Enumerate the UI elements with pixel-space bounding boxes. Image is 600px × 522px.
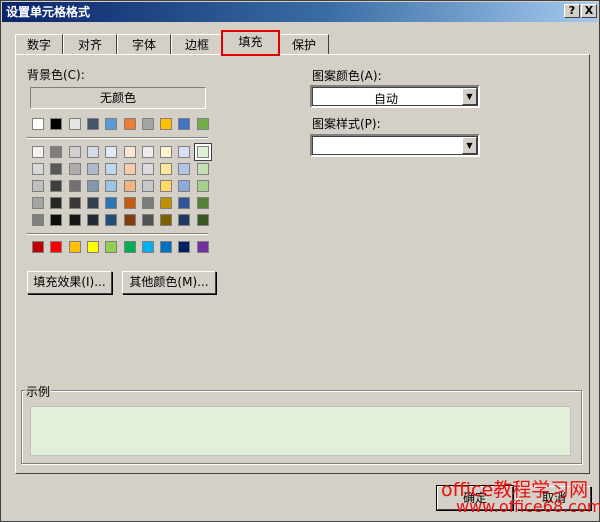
pattern-color-label: 图案颜色(A): bbox=[312, 69, 382, 83]
dialog-title: 设置单元格格式 bbox=[6, 5, 91, 19]
help-button[interactable]: ? bbox=[564, 4, 580, 18]
color-swatch[interactable] bbox=[105, 118, 118, 130]
color-swatch[interactable] bbox=[160, 214, 173, 226]
color-swatch[interactable] bbox=[50, 197, 63, 209]
color-swatch[interactable] bbox=[105, 163, 118, 175]
cancel-button[interactable]: 取消 bbox=[517, 486, 591, 510]
color-swatch[interactable] bbox=[196, 241, 209, 253]
color-swatch[interactable] bbox=[32, 118, 44, 130]
color-swatch[interactable] bbox=[32, 163, 44, 175]
color-swatch[interactable] bbox=[86, 146, 99, 158]
color-swatch[interactable] bbox=[141, 118, 154, 130]
color-swatch[interactable] bbox=[105, 241, 118, 253]
color-swatch[interactable] bbox=[86, 214, 99, 226]
color-swatch[interactable] bbox=[50, 214, 63, 226]
pattern-color-select[interactable]: 自动 ▼ bbox=[310, 85, 480, 108]
color-swatch[interactable] bbox=[50, 180, 63, 192]
background-color-label: 背景色(C): bbox=[27, 68, 85, 82]
color-swatch[interactable] bbox=[196, 180, 209, 192]
fill-effects-button[interactable]: 填充效果(I)... bbox=[27, 271, 112, 294]
color-swatch[interactable] bbox=[86, 118, 99, 130]
color-swatch[interactable] bbox=[86, 197, 99, 209]
color-swatch[interactable] bbox=[50, 241, 63, 253]
color-swatch[interactable] bbox=[123, 197, 136, 209]
color-swatch[interactable] bbox=[178, 180, 191, 192]
more-colors-button[interactable]: 其他颜色(M)... bbox=[122, 271, 216, 294]
color-swatch[interactable] bbox=[178, 163, 191, 175]
tab-number[interactable]: 数字 bbox=[15, 34, 63, 55]
color-swatch[interactable] bbox=[86, 180, 99, 192]
color-swatch[interactable] bbox=[196, 118, 209, 130]
color-swatch[interactable] bbox=[123, 118, 136, 130]
pattern-style-label: 图案样式(P): bbox=[312, 117, 381, 131]
color-swatch[interactable] bbox=[105, 180, 118, 192]
color-swatch[interactable] bbox=[160, 146, 173, 158]
color-swatch[interactable] bbox=[160, 180, 173, 192]
tab-protection[interactable]: 保护 bbox=[279, 34, 329, 55]
color-swatch[interactable] bbox=[193, 143, 212, 161]
color-swatch[interactable] bbox=[178, 118, 191, 130]
dropdown-arrow-icon[interactable]: ▼ bbox=[462, 88, 477, 105]
color-swatch[interactable] bbox=[196, 197, 209, 209]
sample-preview bbox=[30, 406, 571, 456]
color-swatch[interactable] bbox=[160, 163, 173, 175]
dropdown-arrow-icon[interactable]: ▼ bbox=[462, 137, 477, 154]
color-swatch[interactable] bbox=[141, 146, 154, 158]
color-swatch[interactable] bbox=[160, 241, 173, 253]
color-swatch[interactable] bbox=[196, 214, 209, 226]
color-swatch[interactable] bbox=[141, 214, 154, 226]
color-swatch[interactable] bbox=[141, 197, 154, 209]
tab-font[interactable]: 字体 bbox=[117, 34, 171, 55]
color-swatch[interactable] bbox=[68, 214, 81, 226]
color-swatch[interactable] bbox=[141, 241, 154, 253]
color-swatch[interactable] bbox=[68, 163, 81, 175]
color-swatch[interactable] bbox=[68, 180, 81, 192]
color-swatch[interactable] bbox=[86, 163, 99, 175]
color-swatch[interactable] bbox=[32, 146, 44, 158]
format-cells-dialog: 设置单元格格式 ? X 数字 对齐 字体 边框 填充 保护 背景色(C): 无颜… bbox=[0, 0, 600, 522]
color-swatch[interactable] bbox=[105, 197, 118, 209]
color-swatch[interactable] bbox=[123, 214, 136, 226]
color-swatch[interactable] bbox=[32, 214, 44, 226]
color-swatch[interactable] bbox=[68, 197, 81, 209]
color-swatch[interactable] bbox=[178, 241, 191, 253]
no-color-button[interactable]: 无颜色 bbox=[30, 87, 206, 109]
color-swatch[interactable] bbox=[123, 146, 136, 158]
tab-fill[interactable]: 填充 bbox=[221, 30, 280, 56]
color-swatch[interactable] bbox=[123, 163, 136, 175]
color-swatch[interactable] bbox=[32, 241, 44, 253]
color-swatch[interactable] bbox=[160, 118, 173, 130]
ok-button[interactable]: 确定 bbox=[436, 485, 514, 511]
pattern-style-select[interactable]: ▼ bbox=[310, 134, 480, 157]
pattern-color-value: 自动 bbox=[373, 92, 398, 106]
color-swatch[interactable] bbox=[123, 241, 136, 253]
color-swatch[interactable] bbox=[68, 241, 81, 253]
color-swatch[interactable] bbox=[160, 197, 173, 209]
color-swatch[interactable] bbox=[123, 180, 136, 192]
color-swatch[interactable] bbox=[86, 241, 99, 253]
sample-label: 示例 bbox=[25, 383, 52, 400]
color-swatch[interactable] bbox=[32, 180, 44, 192]
color-swatch[interactable] bbox=[105, 214, 118, 226]
color-swatch[interactable] bbox=[68, 118, 81, 130]
close-button[interactable]: X bbox=[581, 4, 597, 18]
color-swatch[interactable] bbox=[178, 197, 191, 209]
color-swatch[interactable] bbox=[50, 118, 63, 130]
color-swatch[interactable] bbox=[68, 146, 81, 158]
divider bbox=[27, 137, 208, 139]
tab-border[interactable]: 边框 bbox=[171, 34, 223, 55]
color-swatch[interactable] bbox=[178, 146, 191, 158]
title-bar: 设置单元格格式 bbox=[2, 2, 598, 22]
color-swatch[interactable] bbox=[196, 163, 209, 175]
color-swatch[interactable] bbox=[50, 163, 63, 175]
color-swatch[interactable] bbox=[105, 146, 118, 158]
divider bbox=[27, 233, 208, 235]
color-swatch[interactable] bbox=[178, 214, 191, 226]
color-swatch[interactable] bbox=[141, 163, 154, 175]
tab-alignment[interactable]: 对齐 bbox=[63, 34, 117, 55]
color-swatch[interactable] bbox=[141, 180, 154, 192]
color-swatch[interactable] bbox=[50, 146, 63, 158]
color-swatch[interactable] bbox=[32, 197, 44, 209]
